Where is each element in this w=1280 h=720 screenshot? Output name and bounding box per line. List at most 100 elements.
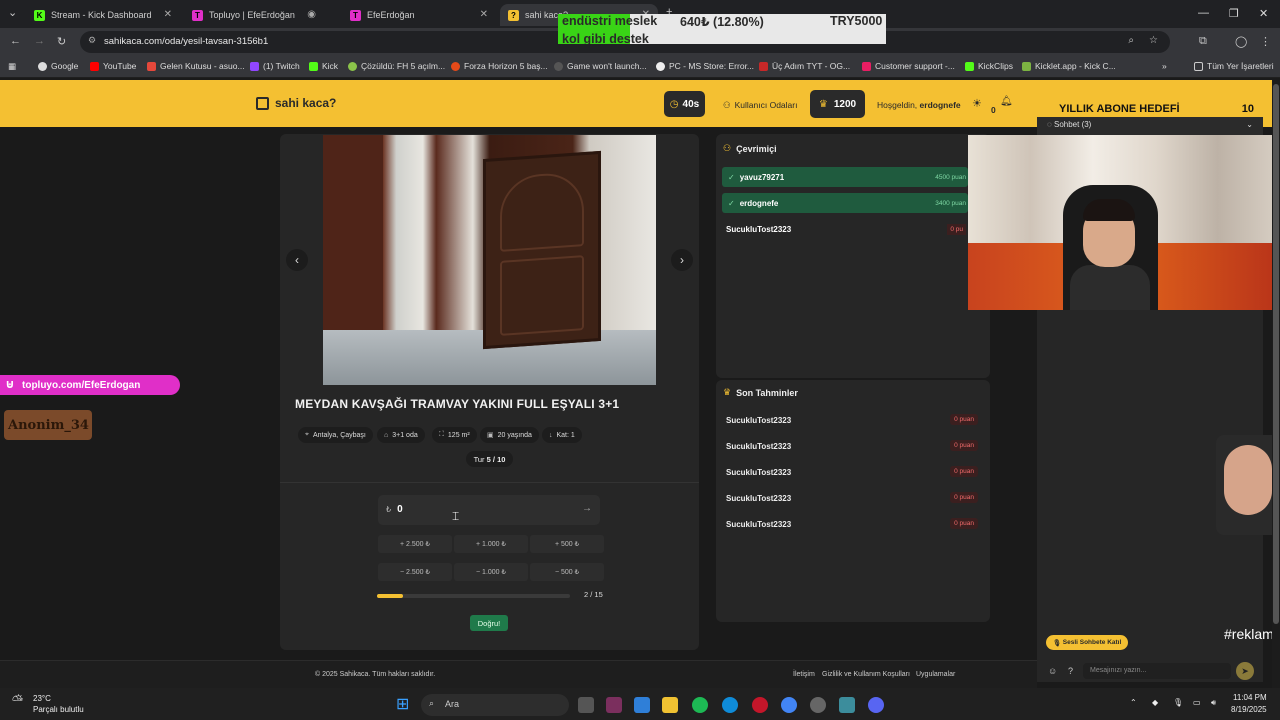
guess-row: SucukluTost2323 0 puan xyxy=(726,517,982,531)
users-icon: ⚇ xyxy=(723,143,732,153)
all-bookmarks[interactable]: Tüm Yer İşaretleri xyxy=(1194,61,1274,71)
minimize-icon[interactable]: — xyxy=(1198,7,1209,19)
bookmark-star-icon[interactable]: ☆ xyxy=(1149,35,1158,46)
weather-icon[interactable]: ⛅︎ xyxy=(12,692,23,709)
tab-topluyo[interactable]: T Topluyo | EfeErdoğan ◉ xyxy=(184,4,334,26)
bookmark-kicklet[interactable]: Kicklet.app - Kick C... xyxy=(1022,61,1116,71)
home-icon: ⌂ xyxy=(384,431,389,439)
window-close-icon[interactable]: ✕ xyxy=(1259,7,1268,20)
footer-link-contact[interactable]: İletişim xyxy=(793,671,815,678)
kick-icon: K xyxy=(34,9,45,21)
spotify-icon[interactable] xyxy=(692,697,708,713)
profile-icon[interactable]: ◯ xyxy=(1235,35,1247,48)
apps-icon[interactable]: ▦ xyxy=(8,61,16,72)
clock-date[interactable]: 8/19/2025 xyxy=(1231,705,1267,714)
close-icon[interactable]: ✕ xyxy=(164,9,172,20)
reload-icon[interactable]: ↻ xyxy=(57,35,66,48)
bookmark-forza[interactable]: Forza Horizon 5 baş... xyxy=(451,61,548,71)
zoom-icon[interactable]: ⌕ xyxy=(1128,35,1134,46)
bookmark-game[interactable]: Game won't launch... xyxy=(554,61,647,71)
scrollbar-thumb[interactable] xyxy=(1273,84,1279,624)
plus-2500-button[interactable]: + 2.500 ₺ xyxy=(378,535,452,553)
footer-link-privacy[interactable]: Gizlilik ve Kullanım Koşulları xyxy=(822,671,910,678)
task-view-icon[interactable] xyxy=(578,697,594,713)
bookmark-google[interactable]: Google xyxy=(38,61,78,71)
bookmark-fh5[interactable]: Çözüldü: FH 5 açılm... xyxy=(348,61,445,71)
site-info-icon[interactable]: ⚙ xyxy=(88,35,96,46)
divider xyxy=(280,482,699,483)
tab-search-icon[interactable]: ⌄ xyxy=(8,6,17,19)
prev-photo-button[interactable]: ‹ xyxy=(286,249,308,271)
site-logo[interactable]: sahi kaca? xyxy=(256,96,336,110)
windows-start-icon[interactable]: ⊞ xyxy=(396,694,409,714)
volume-icon[interactable]: 🔊︎ xyxy=(1211,698,1216,708)
pcgaming-icon xyxy=(656,61,665,71)
listing-photo xyxy=(323,135,656,385)
forward-icon[interactable]: → xyxy=(34,35,45,47)
trophy-icon: ♛ xyxy=(723,387,732,397)
tray-chevron-icon[interactable]: ⌃ xyxy=(1130,698,1137,707)
help-icon[interactable]: ? xyxy=(1068,666,1073,676)
extensions-icon[interactable]: ⧉ xyxy=(1199,35,1207,48)
opera-icon[interactable] xyxy=(752,697,768,713)
display-icon[interactable]: ▭ xyxy=(1193,698,1201,707)
obs-icon[interactable] xyxy=(810,697,826,713)
theme-toggle-icon[interactable]: ☀ xyxy=(972,97,982,110)
discord-icon[interactable] xyxy=(868,697,884,713)
emoji-icon[interactable]: ☺ xyxy=(1048,666,1057,676)
back-icon[interactable]: ← xyxy=(10,35,21,47)
edge-icon[interactable] xyxy=(722,697,738,713)
goal-amount: 640₺ (12.80%) xyxy=(680,15,764,29)
round-badge: Tur 5 / 10 xyxy=(466,451,513,467)
microphone-icon[interactable]: 🎙︎ xyxy=(1173,698,1183,707)
sahikaca-icon: ? xyxy=(508,9,519,21)
pin-icon: ⌖ xyxy=(305,431,309,438)
plus-1000-button[interactable]: + 1.000 ₺ xyxy=(454,535,528,553)
clock-icon: ◷ xyxy=(669,98,679,110)
minus-2500-button[interactable]: − 2.500 ₺ xyxy=(378,563,452,581)
bookmark-gmail[interactable]: Gelen Kutusu - asuo... xyxy=(147,61,245,71)
clock-time[interactable]: 11:04 PM xyxy=(1233,693,1267,702)
bookmark-twitch[interactable]: (1) Twitch xyxy=(250,61,300,71)
chip-area: ⛶ 125 m² xyxy=(432,427,477,443)
tab-efeerdogan[interactable]: T EfeErdoğan ✕ xyxy=(342,4,496,26)
menu-icon[interactable]: ⋮ xyxy=(1260,35,1271,48)
footer-link-apps[interactable]: Uygulamalar xyxy=(916,671,955,678)
price-guess-input[interactable]: ₺ 0 → xyxy=(378,495,600,525)
bookmark-kick[interactable]: Kick xyxy=(309,61,338,71)
submit-guess-button[interactable]: Doğru! xyxy=(470,615,508,631)
send-button[interactable]: ➤ xyxy=(1236,662,1254,680)
restore-icon[interactable]: ❐ xyxy=(1229,7,1239,20)
app-icon[interactable] xyxy=(606,697,622,713)
score-badge: ♛ 1200 xyxy=(810,90,865,118)
page-scrollbar[interactable] xyxy=(1272,80,1280,688)
bookmark-kickclips[interactable]: KickClips xyxy=(965,61,1013,71)
more-bookmarks-icon[interactable]: » xyxy=(1162,61,1167,71)
chip-rooms: ⌂ 3+1 oda xyxy=(377,427,425,443)
bookmark-msstore[interactable]: PC - MS Store: Error... xyxy=(656,61,754,71)
notification-bell-icon[interactable]: 🔔︎ xyxy=(1000,96,1013,107)
next-photo-button[interactable]: › xyxy=(671,249,693,271)
user-rooms-link[interactable]: ⚇ Kullanıcı Odaları xyxy=(723,100,797,111)
bookmark-tyt[interactable]: Üç Adım TYT - OG... xyxy=(759,61,850,71)
bookmark-youtube[interactable]: YouTube xyxy=(90,61,136,71)
tray-app-icon[interactable]: ◆ xyxy=(1152,698,1158,707)
chrome-icon[interactable] xyxy=(781,697,797,713)
plus-500-button[interactable]: + 500 ₺ xyxy=(530,535,604,553)
minus-1000-button[interactable]: − 1.000 ₺ xyxy=(454,563,528,581)
file-explorer-icon[interactable] xyxy=(662,697,678,713)
arrow-right-icon[interactable]: → xyxy=(582,503,592,514)
lira-icon: ₺ xyxy=(386,505,392,514)
bookmark-support[interactable]: Customer support -... xyxy=(862,61,955,71)
guesses-title: ♛ Son Tahminler xyxy=(723,387,798,398)
answers-icon xyxy=(348,61,357,71)
copilot-icon[interactable] xyxy=(634,697,650,713)
voice-chat-button[interactable]: 🎙︎ Sesli Sohbete Katıl xyxy=(1046,635,1128,650)
taskbar-search[interactable]: ⌕ Ara xyxy=(421,694,569,716)
app-icon[interactable] xyxy=(839,697,855,713)
close-icon[interactable]: ✕ xyxy=(480,9,488,20)
minus-500-button[interactable]: − 500 ₺ xyxy=(530,563,604,581)
chat-input[interactable]: Mesajınızı yazın... xyxy=(1083,663,1231,679)
tab-kick-dashboard[interactable]: K Stream - Kick Dashboard ✕ xyxy=(26,4,180,26)
chevron-down-icon[interactable]: ⌄ xyxy=(1246,120,1253,129)
